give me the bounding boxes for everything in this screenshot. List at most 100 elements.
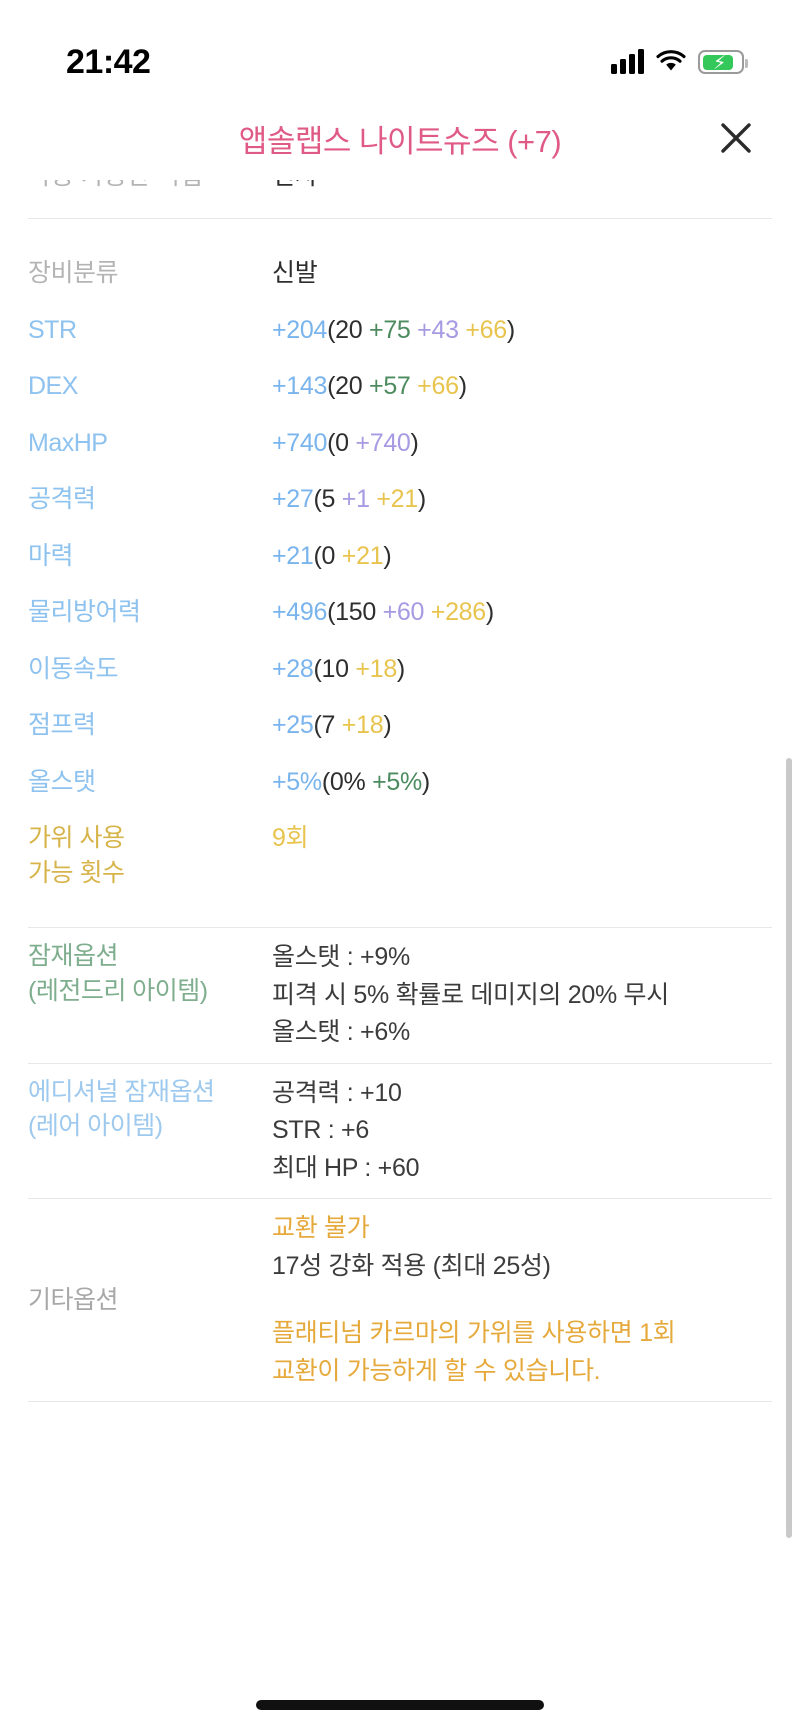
stat-label: 장비분류: [28, 259, 119, 287]
stat-value-part: +5%: [365, 767, 422, 796]
cellular-signal-icon: [611, 49, 644, 74]
stat-row: 마력 +21(0 +21): [28, 528, 772, 585]
stat-value-part: 신발: [272, 259, 318, 287]
stat-label: DEX: [28, 372, 78, 400]
stat-label: 마력: [28, 541, 74, 570]
potential-label-line: (레전드리 아이템): [28, 976, 208, 1005]
stat-value: +740(0 +740): [272, 426, 419, 461]
stat-value: 신발: [272, 256, 318, 291]
stat-value-part: +28: [272, 654, 314, 683]
stat-value-part: +740: [272, 428, 328, 457]
stat-value-part: ): [383, 711, 392, 739]
stat-label: 가위 사용 가능 횟수: [28, 824, 125, 887]
stat-value-part: ): [485, 598, 494, 626]
stat-value: +5%(0% +5%): [272, 765, 430, 800]
stat-value-part: 10: [321, 654, 350, 683]
stat-value-part: (: [313, 711, 322, 739]
stat-row: 공격력 +27(5 +1 +21): [28, 471, 772, 528]
stat-value-part: ): [506, 315, 515, 344]
other-option-label: 기타옵션: [28, 1285, 119, 1314]
stat-row: 이동속도 +28(10 +18): [28, 641, 772, 698]
close-icon[interactable]: [712, 114, 760, 162]
stat-row: DEX +143(20 +57 +66): [28, 358, 772, 415]
stat-value: +204(20 +75 +43 +66): [272, 313, 515, 348]
wearable-job-row: 착용 가능한 직업 선사: [28, 180, 772, 218]
stat-value-part: ): [421, 767, 430, 796]
stat-value: 9회: [272, 821, 309, 856]
potential-line: 피격 시 5% 확률로 데미지의 20% 무시: [272, 980, 669, 1009]
stat-value: +25(7 +18): [272, 708, 392, 743]
wifi-icon: [656, 50, 686, 74]
stat-row: MaxHP +740(0 +740): [28, 415, 772, 472]
potential-option-label: 잠재옵션 (레전드리 아이템): [28, 939, 272, 1008]
stat-row: 장비분류 신발: [28, 245, 772, 302]
stat-value-part: +21: [272, 541, 314, 570]
potential-label-line: 잠재옵션: [28, 942, 119, 970]
stat-value-part: 5: [321, 485, 336, 513]
stat-value-part: +27: [272, 485, 314, 513]
stat-value-part: (: [327, 428, 336, 457]
stat-label: 점프력: [28, 711, 96, 739]
stat-value-part: 9회: [272, 824, 309, 852]
additional-potential-option-label: 에디셔널 잠재옵션 (레어 아이템): [28, 1075, 272, 1144]
stat-value-part: 0: [321, 541, 336, 570]
stat-value-part: (: [327, 315, 336, 344]
stat-value-part: +286: [424, 598, 486, 626]
scrollbar[interactable]: [786, 758, 792, 1538]
home-indicator[interactable]: [256, 1700, 544, 1710]
stat-value: +143(20 +57 +66): [272, 369, 467, 404]
stat-label: 물리방어력: [28, 598, 141, 626]
stat-value-part: +496: [272, 598, 328, 626]
additional-potential-option-value: 공격력 : +10 STR : +6 최대 HP : +60: [272, 1075, 419, 1188]
status-bar: 21:42 ⚡: [0, 0, 800, 96]
stat-label: MaxHP: [28, 428, 108, 457]
stat-value-part: 20: [335, 372, 363, 400]
stat-value: +21(0 +21): [272, 539, 392, 574]
stat-value-part: +25: [272, 711, 314, 739]
stat-value-part: ): [383, 541, 392, 570]
stat-value-part: +1: [335, 485, 370, 513]
stat-value-part: 7: [321, 711, 336, 739]
stat-row: 점프력 +25(7 +18): [28, 697, 772, 754]
stat-row: 올스탯 +5%(0% +5%): [28, 754, 772, 811]
additional-potential-line: 공격력 : +10: [272, 1078, 402, 1107]
stat-value-part: +57: [362, 372, 411, 400]
stat-value-part: (: [313, 654, 322, 683]
wearable-job-value: 선사: [272, 180, 318, 192]
stat-row: 가위 사용 가능 횟수 9회: [28, 810, 772, 901]
status-time: 21:42: [66, 42, 151, 81]
page-title: 앱솔랩스 나이트슈즈 (+7): [238, 123, 562, 159]
other-option-value: 교환 불가 17성 강화 적용 (최대 25성) 플래티넘 카르마의 가위를 사…: [272, 1210, 676, 1390]
stat-value-part: 20: [335, 315, 363, 344]
modal-header: 앱솔랩스 나이트슈즈 (+7): [0, 96, 800, 180]
divider: [28, 1401, 772, 1402]
battery-charging-icon: ⚡: [698, 50, 748, 74]
stat-value-part: +43: [410, 315, 459, 344]
stat-value-part: +740: [348, 428, 411, 457]
stat-value-part: (: [313, 485, 322, 513]
stat-value: +28(10 +18): [272, 652, 405, 687]
stat-row: 물리방어력 +496(150 +60 +286): [28, 584, 772, 641]
stat-value-part: (: [313, 541, 322, 570]
potential-line: 올스탯 : +9%: [272, 943, 410, 971]
stat-value-part: +21: [335, 541, 384, 570]
trade-status: 교환 불가: [272, 1214, 370, 1242]
stat-value-part: 0%: [329, 767, 366, 796]
stat-value-part: ): [417, 485, 426, 513]
stat-value-part: +5%: [272, 767, 322, 796]
stat-value-part: +18: [335, 711, 384, 739]
stat-value-part: 0: [335, 428, 349, 457]
stat-label: 올스탯: [28, 767, 96, 796]
potential-line: 올스탯 : +6%: [272, 1018, 410, 1046]
star-force-text: 17성 강화 적용 (최대 25성): [272, 1251, 551, 1280]
stat-value-part: ): [410, 428, 419, 457]
item-detail-content[interactable]: 착용 가능한 직업 선사 장비분류신발STR+204(20 +75 +43 +6…: [0, 180, 800, 1664]
stat-value-part: ): [396, 654, 405, 683]
additional-potential-label-line: 에디셔널 잠재옵션: [28, 1077, 215, 1106]
additional-potential-line: 최대 HP : +60: [272, 1153, 420, 1182]
additional-potential-line: STR : +6: [272, 1116, 369, 1144]
stats-section: 장비분류 신발 STR +204(20 +75 +43 +66) DEX +143(20 …: [28, 219, 772, 927]
potential-option-row: 잠재옵션 (레전드리 아이템) 올스탯 : +9% 피격 시 5% 확률로 데미지의…: [28, 928, 772, 1063]
stat-label: 이동속도: [28, 654, 119, 683]
